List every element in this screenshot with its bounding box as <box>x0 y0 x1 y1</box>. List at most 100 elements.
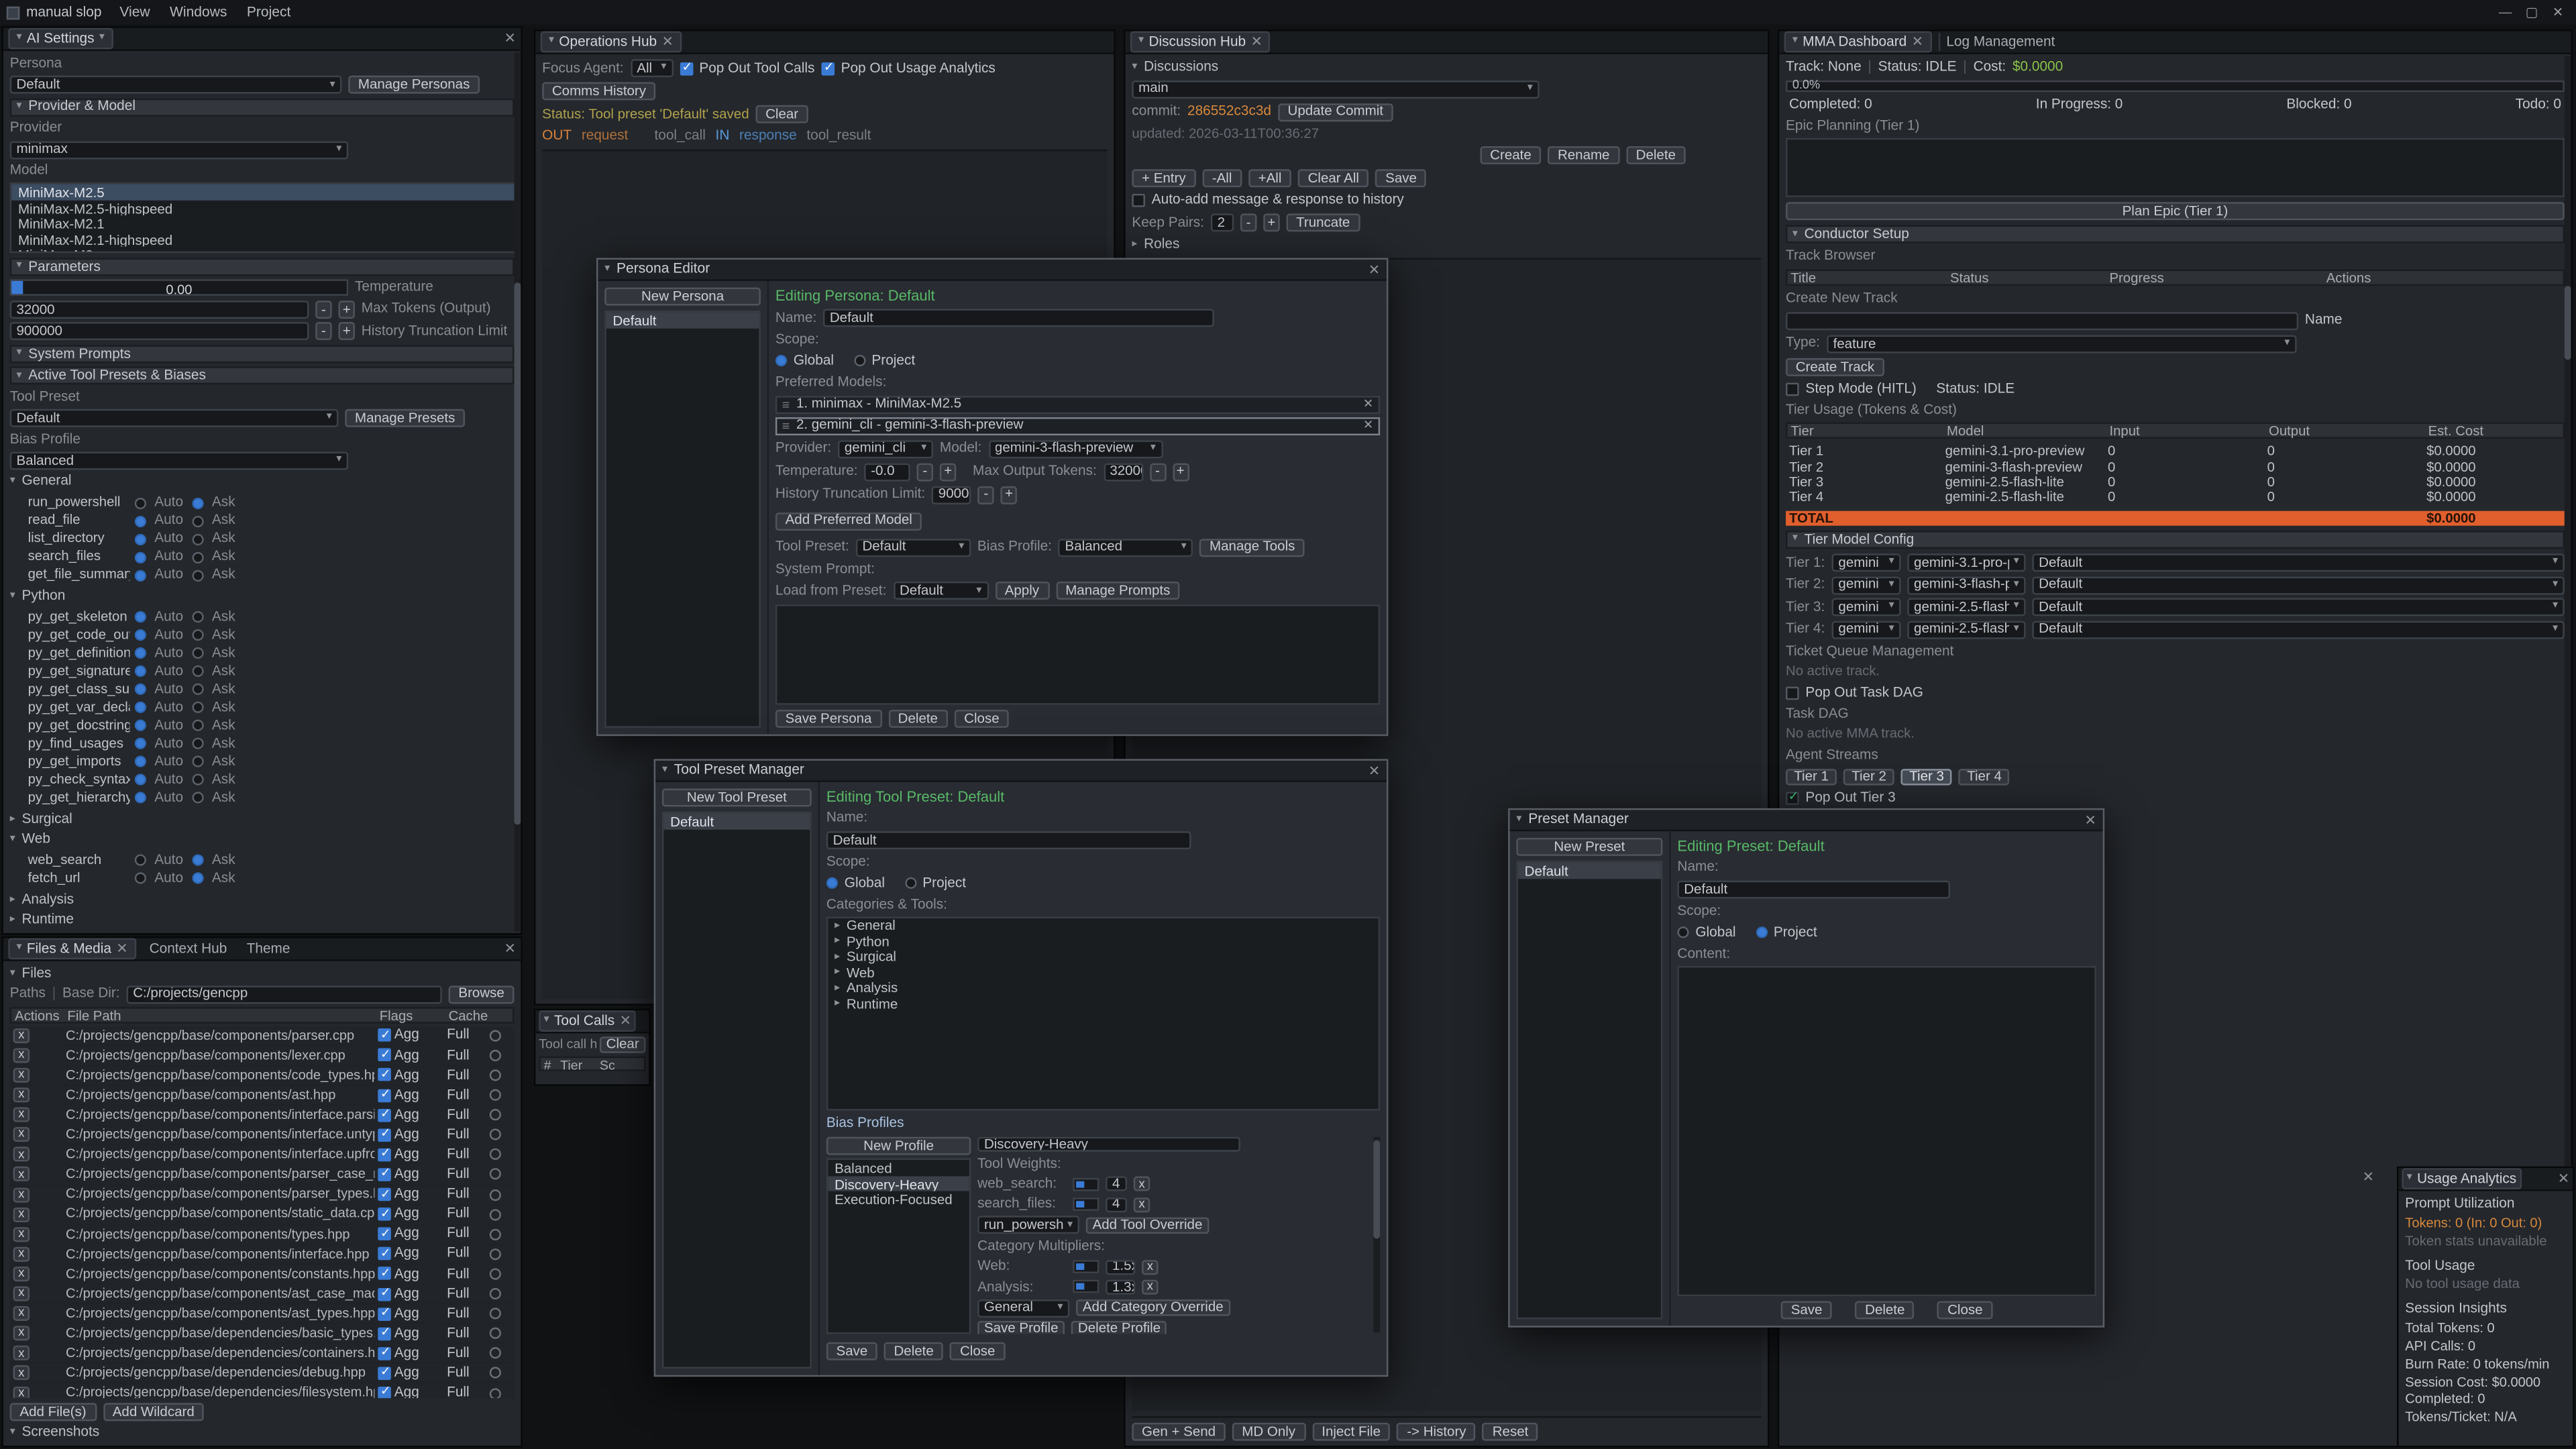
parameters-header[interactable]: Parameters <box>10 258 515 276</box>
scrollbar-thumb[interactable] <box>1373 1140 1380 1239</box>
auto-radio[interactable] <box>135 855 146 867</box>
save-persona-button[interactable]: Save Persona <box>775 710 881 728</box>
stream-tab-button[interactable]: Tier 1 <box>1786 768 1837 784</box>
close-icon[interactable]: ✕ <box>2546 5 2569 20</box>
category-item[interactable]: Surgical <box>828 951 1378 966</box>
discussion-footer-button[interactable]: -> History <box>1397 1423 1477 1441</box>
remove-file-button[interactable] <box>13 1147 30 1162</box>
decrement-button[interactable]: - <box>315 301 331 319</box>
auto-radio[interactable] <box>135 497 146 508</box>
pop-out-tool-calls-checkbox[interactable] <box>680 62 693 75</box>
discussion-footer-button[interactable]: MD Only <box>1232 1423 1305 1441</box>
delete-preset-button[interactable]: Delete <box>1855 1301 1915 1320</box>
new-tool-preset-button[interactable]: New Tool Preset <box>662 789 812 807</box>
active-tools-header[interactable]: Active Tool Presets & Biases <box>10 367 515 385</box>
drag-handle-icon[interactable] <box>782 397 790 413</box>
multiplier-value[interactable]: 1.3x <box>1106 1279 1135 1294</box>
ask-radio[interactable] <box>193 855 204 867</box>
dialog-close-icon[interactable] <box>2084 813 2096 827</box>
auto-radio[interactable] <box>135 533 146 545</box>
new-profile-button[interactable]: New Profile <box>826 1137 971 1155</box>
focus-agent-select[interactable]: All <box>630 59 673 77</box>
tier-preset-select[interactable]: Default <box>2032 621 2564 639</box>
paths-label[interactable]: Paths <box>10 986 46 1002</box>
auto-radio[interactable] <box>135 873 146 885</box>
weight-value[interactable]: 4 <box>1106 1197 1127 1212</box>
agg-checkbox[interactable] <box>378 1128 391 1142</box>
minimize-icon[interactable]: — <box>2494 5 2517 20</box>
dialog-close-icon[interactable] <box>1368 262 1380 276</box>
ask-radio[interactable] <box>193 551 204 563</box>
clear-status-button[interactable]: Clear <box>755 105 808 123</box>
tab-ai-settings[interactable]: AI Settings <box>8 28 113 50</box>
add-files-button[interactable]: Add File(s) <box>10 1403 97 1421</box>
ask-radio[interactable] <box>193 792 204 804</box>
agg-checkbox[interactable] <box>378 1069 391 1082</box>
tab-context-hub[interactable]: Context Hub <box>143 939 233 959</box>
category-select[interactable]: General <box>977 1299 1069 1318</box>
tab-close-icon[interactable] <box>1250 35 1262 49</box>
pop-out-usage-checkbox[interactable] <box>821 62 835 75</box>
step-mode-checkbox[interactable] <box>1786 382 1799 396</box>
stream-tab-button[interactable]: Tier 4 <box>1959 768 2010 784</box>
manage-presets-button[interactable]: Manage Presets <box>345 409 465 427</box>
auto-add-checkbox[interactable] <box>1132 194 1145 207</box>
weight-slider[interactable] <box>1073 1197 1099 1211</box>
auto-radio[interactable] <box>135 757 146 768</box>
tier-model-config-header[interactable]: Tier Model Config <box>1786 531 2565 549</box>
persona-bias-select[interactable]: Balanced <box>1059 538 1193 556</box>
tab-options-icon[interactable] <box>99 34 105 44</box>
tab-close-icon[interactable] <box>661 35 673 49</box>
ask-radio[interactable] <box>193 630 204 641</box>
increment-button[interactable]: + <box>338 323 354 341</box>
agg-checkbox[interactable] <box>378 1108 391 1122</box>
system-prompts-header[interactable]: System Prompts <box>10 345 515 363</box>
discussions-header[interactable]: Discussions <box>1132 59 1761 75</box>
remove-file-button[interactable] <box>13 1227 30 1242</box>
full-flag[interactable]: Full <box>447 1246 486 1262</box>
scrollbar-thumb[interactable] <box>2565 286 2571 360</box>
keep-pairs-input[interactable]: 2 <box>1211 214 1234 232</box>
tier-model-select[interactable]: gemini-3.1-pro-preview <box>1907 553 2025 572</box>
agg-checkbox[interactable] <box>378 1228 391 1241</box>
remove-file-button[interactable] <box>13 1366 30 1381</box>
cache-indicator-icon[interactable] <box>490 1149 501 1161</box>
increment-button[interactable]: + <box>940 463 956 481</box>
tier-model-select[interactable]: gemini-3-flash-preview <box>1907 576 2025 594</box>
category-item[interactable]: Python <box>828 934 1378 950</box>
add-preferred-model-button[interactable]: Add Preferred Model <box>775 512 922 530</box>
ask-radio[interactable] <box>193 570 204 581</box>
auto-radio[interactable] <box>135 775 146 786</box>
auto-radio[interactable] <box>135 792 146 804</box>
tab-close-icon[interactable] <box>1912 35 1923 49</box>
truncate-button[interactable]: Truncate <box>1286 214 1360 232</box>
auto-radio[interactable] <box>135 515 146 527</box>
add-wildcard-button[interactable]: Add Wildcard <box>103 1403 204 1421</box>
full-flag[interactable]: Full <box>447 1326 486 1342</box>
full-flag[interactable]: Full <box>447 1146 486 1163</box>
entry-action-button[interactable]: Clear All <box>1298 170 1369 188</box>
remove-file-button[interactable] <box>13 1087 30 1102</box>
tool-preset-list-item[interactable]: Default <box>663 813 810 828</box>
provider-model-header[interactable]: Provider & Model <box>10 98 515 116</box>
preset-manager-titlebar[interactable]: Preset Manager <box>1510 810 2103 831</box>
persona-name-input[interactable]: Default <box>823 309 1214 327</box>
ask-radio[interactable] <box>193 666 204 678</box>
full-flag[interactable]: Full <box>447 1028 486 1044</box>
rename-discussion-button[interactable]: Rename <box>1548 147 1619 165</box>
tab-close-icon[interactable] <box>620 1014 631 1028</box>
scrollbar[interactable] <box>515 52 521 931</box>
track-type-select[interactable]: feature <box>1827 335 2296 353</box>
entry-action-button[interactable]: Save <box>1375 170 1426 188</box>
ask-radio[interactable] <box>193 648 204 659</box>
agg-checkbox[interactable] <box>378 1148 391 1161</box>
category-item[interactable]: Web <box>828 966 1378 981</box>
full-flag[interactable]: Full <box>447 1167 486 1183</box>
save-tool-preset-button[interactable]: Save <box>826 1342 877 1360</box>
entry-action-button[interactable]: +All <box>1248 170 1291 188</box>
agg-checkbox[interactable] <box>378 1387 391 1399</box>
discussion-select[interactable]: main <box>1132 80 1539 98</box>
tier-provider-select[interactable]: gemini <box>1832 576 1901 594</box>
panel-close-icon[interactable] <box>504 32 516 46</box>
full-flag[interactable]: Full <box>447 1305 486 1322</box>
